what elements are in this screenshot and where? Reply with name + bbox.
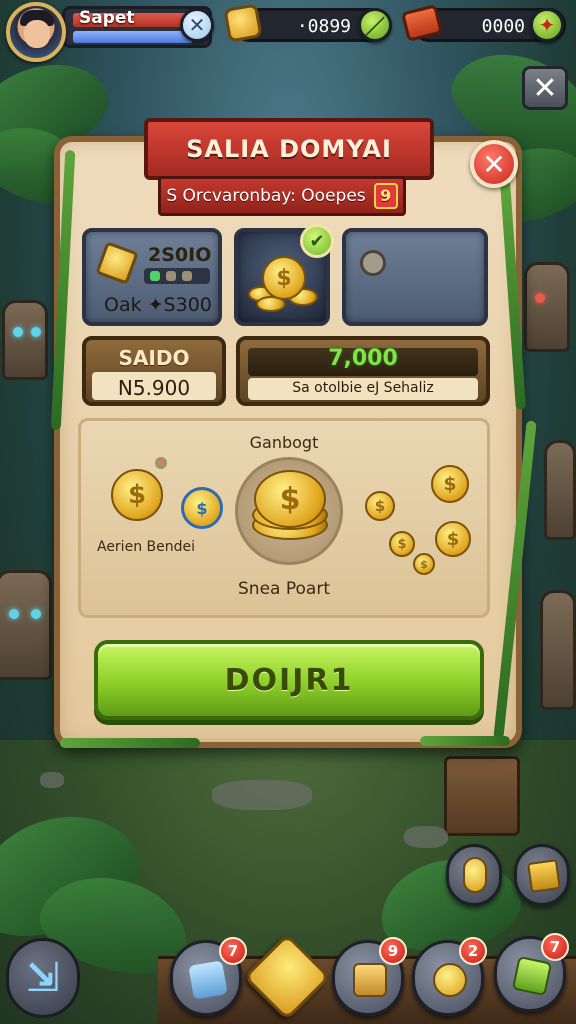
quest-book-button[interactable] bbox=[514, 844, 570, 906]
leaf-icon bbox=[511, 955, 553, 997]
dock-button-coins[interactable]: 2 bbox=[412, 937, 487, 1016]
gifts-value: 0000 bbox=[481, 16, 525, 37]
gold-gem-icon bbox=[95, 241, 139, 285]
item-slot-coins[interactable]: $ ✔ bbox=[234, 224, 334, 326]
pebble bbox=[40, 772, 64, 788]
notification-badge: 9 bbox=[379, 937, 407, 965]
pebble bbox=[404, 826, 448, 848]
blue-rim-coin-icon: $ bbox=[181, 487, 223, 529]
notification-badge: 2 bbox=[459, 937, 487, 965]
crate-icon bbox=[353, 963, 387, 997]
add-coins-button[interactable]: ／ bbox=[358, 8, 392, 42]
coin-icon bbox=[463, 857, 487, 893]
dock-button-rewards[interactable]: 7 bbox=[494, 933, 569, 1012]
gem-bottom-value: Oak ✦S300 bbox=[104, 294, 212, 316]
panel-subtitle-banner: S Orcvaronbay: Ooepes 9 bbox=[158, 176, 406, 216]
vine-decoration bbox=[420, 736, 510, 746]
player-avatar[interactable] bbox=[6, 2, 66, 62]
gear-icon bbox=[360, 250, 386, 276]
vine-decoration bbox=[60, 738, 200, 748]
coin-icon: $ bbox=[413, 553, 435, 575]
leaf-badge-icon: ✔ bbox=[300, 224, 334, 258]
balance-value: N5.900 bbox=[117, 376, 191, 400]
sparkle-icon bbox=[155, 457, 167, 469]
stone-totem bbox=[544, 440, 576, 540]
coins-value: ·0899 bbox=[296, 16, 351, 37]
collect-button[interactable]: DOIJR1 bbox=[94, 640, 484, 720]
coin-icon bbox=[433, 963, 467, 997]
stone-totem bbox=[524, 262, 570, 352]
coin-icon: $ bbox=[389, 531, 415, 557]
coin-shop-button[interactable] bbox=[446, 844, 502, 906]
reward-subtext: Sa otolbie eJ Sehaliz bbox=[292, 380, 434, 396]
close-screen-button[interactable]: ✕ bbox=[522, 66, 568, 110]
balance-label: SAIDO bbox=[118, 346, 190, 370]
dock-button-inventory[interactable]: 7 bbox=[170, 937, 247, 1016]
item-slot-locked[interactable] bbox=[342, 228, 488, 326]
coin-area-left-label: Aerien Bendei bbox=[96, 539, 195, 555]
gem-top-value: 2S0IO bbox=[148, 244, 212, 266]
wooden-crate bbox=[444, 756, 520, 836]
close-icon[interactable]: ✕ bbox=[180, 8, 214, 42]
coin-area-title: Ganbogt bbox=[249, 433, 319, 452]
reward-box: 7,000 Sa otolbie eJ Sehaliz bbox=[236, 336, 490, 406]
stack-icon bbox=[188, 960, 228, 1000]
panel-subtitle: S Orcvaronbay: Ooepes bbox=[166, 186, 366, 206]
coin-icon: $ bbox=[435, 521, 471, 557]
notification-badge: 7 bbox=[541, 933, 569, 961]
item-slot-gem[interactable]: 2S0IO Oak ✦S300 bbox=[82, 228, 222, 326]
coin-icon: $ bbox=[365, 491, 395, 521]
dock-button-crates[interactable]: 9 bbox=[332, 937, 407, 1016]
flat-stone bbox=[212, 780, 312, 810]
coin-icon: $ bbox=[111, 469, 163, 521]
coin-icon: $ bbox=[431, 465, 469, 503]
subtitle-badge: 9 bbox=[373, 183, 398, 209]
stone-totem bbox=[2, 300, 48, 380]
reward-value: 7,000 bbox=[328, 346, 398, 371]
coin-collection-area: Ganbogt $ $ Aerien Bendei $ Snea Poart $… bbox=[78, 418, 490, 618]
notification-badge: 7 bbox=[219, 937, 247, 965]
coin-pile-icon: $ bbox=[248, 256, 320, 316]
coin-stack-plate: $ bbox=[235, 457, 343, 565]
panel-title: SALIA DOMYAI bbox=[144, 118, 434, 180]
close-panel-button[interactable]: ✕ bbox=[470, 140, 518, 188]
back-arrow-icon[interactable]: ⇲ bbox=[6, 938, 80, 1018]
balance-box: SAIDO N5.900 bbox=[82, 336, 226, 406]
coin-area-bottom-label: Snea Poart bbox=[238, 579, 330, 599]
experience-bar bbox=[73, 31, 193, 43]
stone-totem bbox=[540, 590, 576, 710]
resource-mini-bar bbox=[144, 268, 210, 284]
player-name: Sapet bbox=[79, 8, 135, 28]
coin-icon bbox=[223, 3, 263, 43]
add-gifts-button[interactable]: ✦ bbox=[530, 8, 564, 42]
stone-totem bbox=[0, 570, 52, 680]
book-icon bbox=[527, 859, 561, 893]
